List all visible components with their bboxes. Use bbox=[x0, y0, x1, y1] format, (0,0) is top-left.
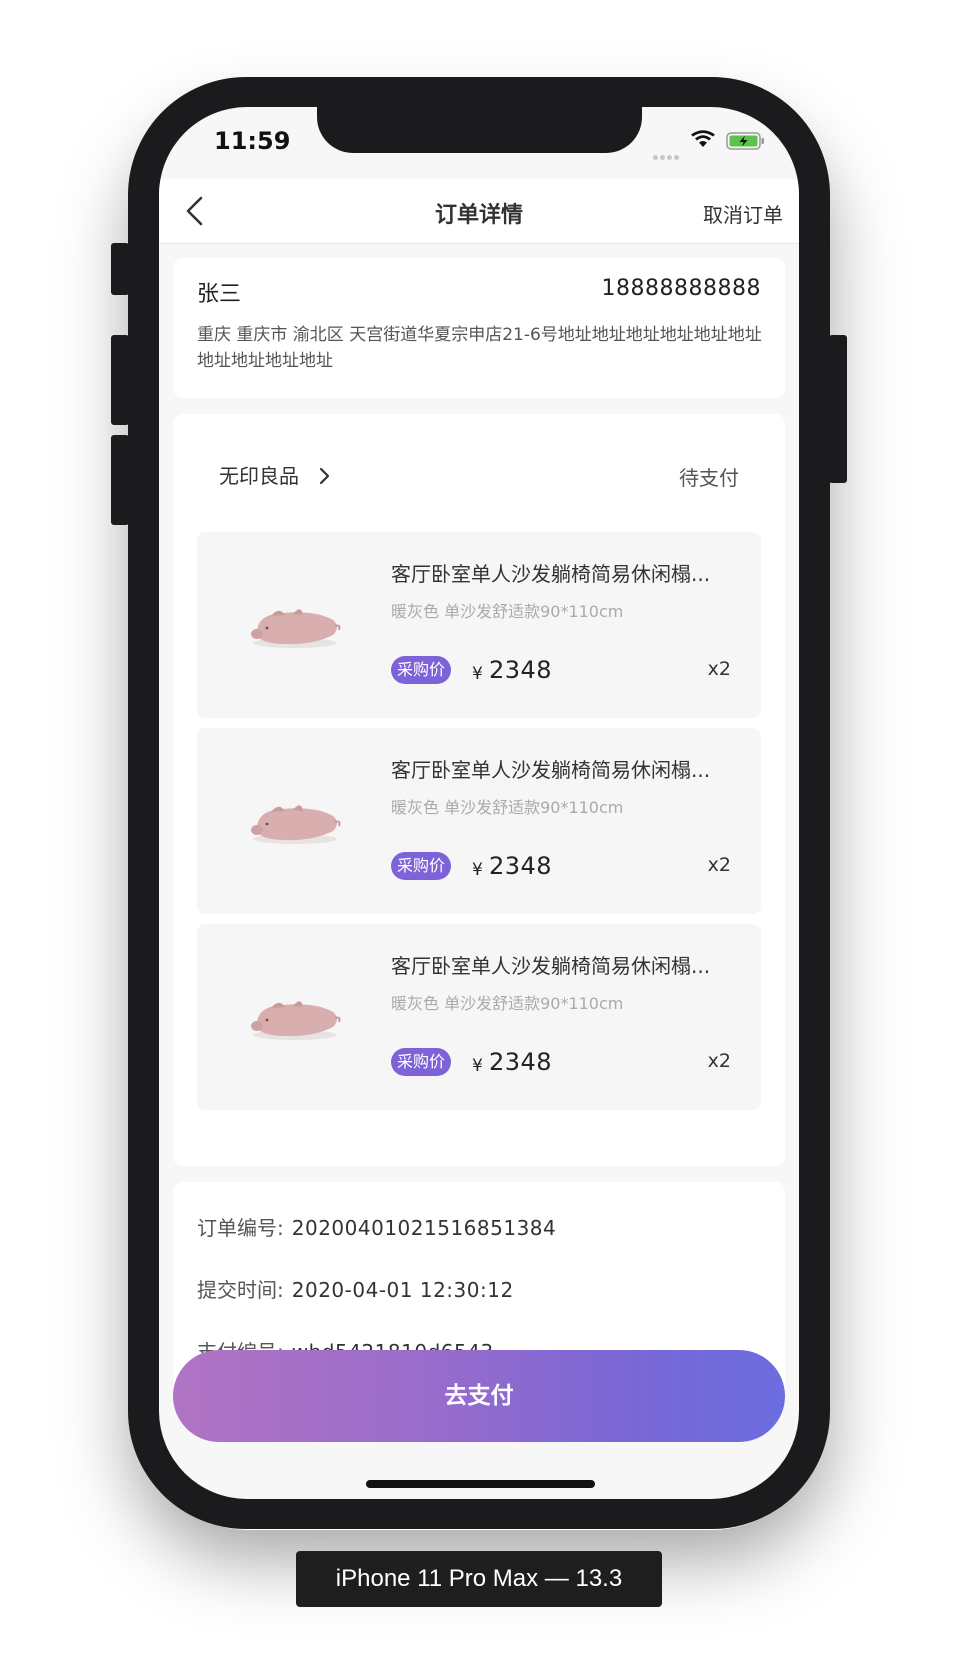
recipient-name: 张三 bbox=[197, 282, 242, 307]
order-item[interactable]: 客厅卧室单人沙发躺椅简易休闲榻... 暖灰色 单沙发舒适款90*110cm 采购… bbox=[197, 728, 761, 914]
product-title: 客厅卧室单人沙发躺椅简易休闲榻... bbox=[391, 562, 711, 586]
wifi-icon bbox=[691, 130, 715, 147]
chevron-right-icon bbox=[319, 467, 330, 485]
currency-symbol: ¥ bbox=[472, 1056, 483, 1076]
cancel-order-button[interactable]: 取消订单 bbox=[703, 199, 783, 228]
submit-time-row: 提交时间: 2020-04-01 12:30:12 bbox=[197, 1274, 514, 1303]
product-quantity: x2 bbox=[707, 1050, 731, 1072]
product-price: 2348 bbox=[489, 852, 553, 880]
submit-time-label: 提交时间: bbox=[197, 1278, 284, 1302]
product-spec: 暖灰色 单沙发舒适款90*110cm bbox=[391, 602, 624, 621]
order-number-row: 订单编号: 20200401021516851384 bbox=[197, 1212, 556, 1241]
submit-time: 2020-04-01 12:30:12 bbox=[291, 1278, 514, 1302]
device-label: iPhone 11 Pro Max — 13.3 bbox=[296, 1551, 662, 1607]
price-badge: 采购价 bbox=[391, 1048, 452, 1076]
product-title: 客厅卧室单人沙发躺椅简易休闲榻... bbox=[391, 758, 711, 782]
volume-up-button bbox=[111, 335, 129, 425]
recipient-phone: 18888888888 bbox=[601, 276, 761, 301]
store-name: 无印良品 bbox=[219, 464, 299, 488]
product-quantity: x2 bbox=[707, 658, 731, 680]
store-link[interactable]: 无印良品 bbox=[219, 460, 330, 490]
mute-switch bbox=[111, 243, 129, 295]
product-price: 2348 bbox=[489, 1048, 553, 1076]
price-badge: 采购价 bbox=[391, 656, 452, 684]
product-quantity: x2 bbox=[707, 854, 731, 876]
order-status: 待支付 bbox=[679, 466, 739, 490]
navbar: 订单详情 取消订单 bbox=[159, 179, 799, 244]
screen: 11:59 订单详情 取消订单 张三 18888888888 重庆 重庆市 渝北… bbox=[159, 107, 799, 1499]
order-item[interactable]: 客厅卧室单人沙发躺椅简易休闲榻... 暖灰色 单沙发舒适款90*110cm 采购… bbox=[197, 532, 761, 718]
product-title: 客厅卧室单人沙发躺椅简易休闲榻... bbox=[391, 954, 711, 978]
currency-symbol: ¥ bbox=[472, 860, 483, 880]
product-spec: 暖灰色 单沙发舒适款90*110cm bbox=[391, 798, 624, 817]
product-spec: 暖灰色 单沙发舒适款90*110cm bbox=[391, 994, 624, 1013]
product-image bbox=[251, 609, 341, 648]
recipient-address: 重庆 重庆市 渝北区 天宫街道华夏宗申店21-6号地址地址地址地址地址地址地址地… bbox=[197, 325, 762, 371]
home-indicator[interactable] bbox=[366, 1480, 595, 1488]
currency-symbol: ¥ bbox=[472, 664, 483, 684]
order-number: 20200401021516851384 bbox=[291, 1216, 557, 1240]
power-button bbox=[829, 335, 847, 483]
pay-button[interactable]: 去支付 bbox=[173, 1350, 785, 1442]
product-image bbox=[251, 805, 341, 844]
order-number-label: 订单编号: bbox=[197, 1216, 284, 1240]
order-item[interactable]: 客厅卧室单人沙发躺椅简易休闲榻... 暖灰色 单沙发舒适款90*110cm 采购… bbox=[197, 924, 761, 1110]
product-price: 2348 bbox=[489, 656, 553, 684]
order-card: 无印良品 待支付 客厅卧室单人沙发躺椅简易休闲榻... 暖灰色 单沙发舒适款90… bbox=[173, 414, 785, 1166]
address-card: 张三 18888888888 重庆 重庆市 渝北区 天宫街道华夏宗申店21-6号… bbox=[173, 258, 785, 398]
product-image bbox=[251, 1001, 341, 1040]
volume-down-button bbox=[111, 435, 129, 525]
notch bbox=[317, 107, 642, 153]
price-badge: 采购价 bbox=[391, 852, 452, 880]
battery-icon bbox=[726, 132, 764, 150]
signal-icon bbox=[653, 145, 681, 164]
status-time: 11:59 bbox=[214, 127, 291, 155]
